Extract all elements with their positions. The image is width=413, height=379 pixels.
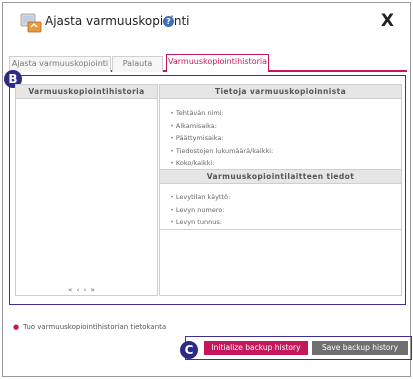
backup-info-header: Tietoja varmuuskopioinnista — [160, 85, 401, 99]
tab-schedule-backup[interactable]: Ajasta varmuuskopiointi — [9, 56, 111, 72]
empty-details-area — [160, 229, 401, 297]
title-bar: Ajasta varmuuskopiointi ? X — [3, 3, 410, 37]
annotation-marker-c: C — [180, 341, 198, 359]
history-pager: « ‹ › » — [68, 286, 97, 294]
save-backup-history-button[interactable]: Save backup history — [312, 341, 408, 355]
backup-history-header: Varmuuskopiointihistoria — [16, 85, 157, 99]
first-page-icon[interactable]: « — [68, 286, 72, 294]
device-disk-number: Levyn numero: — [170, 204, 401, 217]
tab-restore[interactable]: Palauta — [112, 56, 163, 72]
backup-info-list: Tehtävän nimi: Alkamisaika: Päättymisaik… — [160, 99, 401, 170]
last-page-icon[interactable]: » — [91, 286, 95, 294]
close-icon[interactable]: X — [381, 11, 394, 31]
device-info-section: Varmuuskopiointilaitteen tiedot Levytila… — [160, 169, 401, 229]
backup-history-panel: Varmuuskopiointihistoria « ‹ › » — [15, 84, 158, 296]
backup-app-icon — [20, 13, 42, 33]
info-size: Koko/kaikki: — [170, 157, 401, 170]
info-task-name: Tehtävän nimi: — [170, 107, 401, 120]
initialize-backup-history-button[interactable]: Initialize backup history — [204, 341, 308, 355]
import-history-db-label: Tuo varmuuskopiointihistorian tietokanta — [23, 323, 167, 331]
device-info-header: Varmuuskopiointilaitteen tiedot — [160, 170, 401, 184]
buttons-annotation-frame: C Initialize backup history Save backup … — [180, 336, 412, 360]
prev-page-icon[interactable]: ‹ — [77, 286, 80, 294]
tab-bar: Ajasta varmuuskopiointi Palauta Varmuusk… — [9, 54, 407, 72]
bullet-dot-icon: ● — [13, 323, 20, 331]
info-end-time: Päättymisaika: — [170, 132, 401, 145]
backup-schedule-window: Ajasta varmuuskopiointi ? X Ajasta varmu… — [2, 2, 412, 377]
tab-backup-history[interactable]: Varmuuskopiointihistoria — [166, 54, 269, 72]
next-page-icon[interactable]: › — [84, 286, 87, 294]
history-content-annotation-frame: B Varmuuskopiointihistoria « ‹ › » Tieto… — [4, 70, 406, 305]
backup-info-panel: Tietoja varmuuskopioinnista Tehtävän nim… — [159, 84, 402, 296]
help-icon[interactable]: ? — [163, 16, 174, 27]
device-disk-id: Levyn tunnus: — [170, 216, 401, 229]
device-info-list: Levytilan käyttö: Levyn numero: Levyn tu… — [160, 184, 401, 229]
device-disk-usage: Levytilan käyttö: — [170, 191, 401, 204]
import-history-db-link[interactable]: ● Tuo varmuuskopiointihistorian tietokant… — [13, 323, 166, 331]
info-start-time: Alkamisaika: — [170, 120, 401, 133]
info-file-count: Tiedostojen lukumäärä/kaikki: — [170, 145, 401, 158]
